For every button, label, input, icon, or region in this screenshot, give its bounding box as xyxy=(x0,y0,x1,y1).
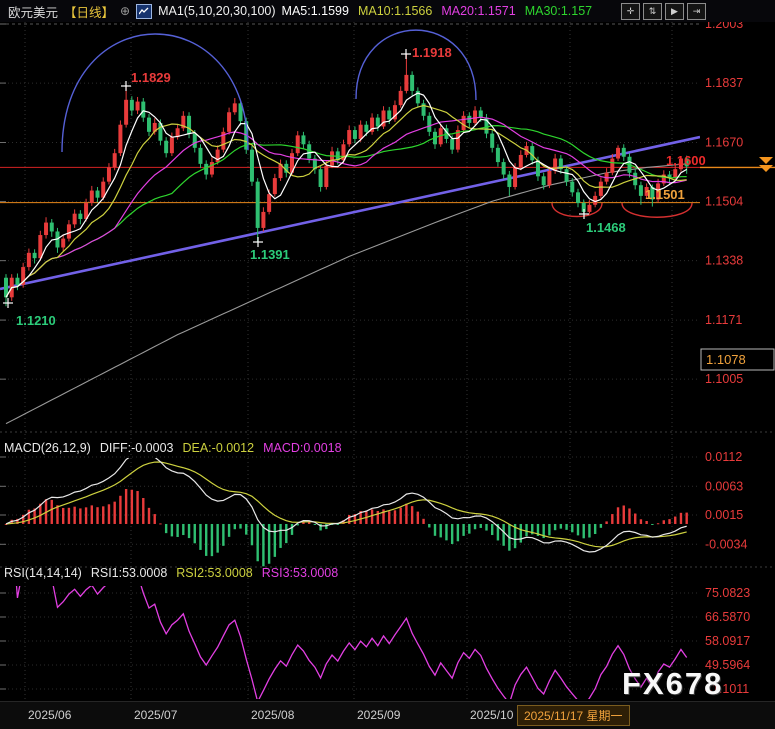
price-annotation: 1.1918 xyxy=(412,45,452,60)
axis-label: 1.1338 xyxy=(705,254,743,268)
price-chart-canvas[interactable]: 1.20031.18371.16701.15041.13381.11711.10… xyxy=(0,0,775,729)
axis-label: 0.0063 xyxy=(705,479,743,493)
crosshair-price-label: 1.1078 xyxy=(706,352,746,367)
indicator-value: MA20:1.1571 xyxy=(441,4,515,18)
rsi-values: RSI1:53.0008 RSI2:53.0008 RSI3:53.0008 xyxy=(91,566,347,580)
chart-type-icon[interactable] xyxy=(136,4,152,19)
symbol-name: 欧元美元 xyxy=(8,2,58,21)
axis-label: 75.0823 xyxy=(705,586,750,600)
macd-values: DIFF:-0.0003 DEA:-0.0012 MACD:0.0018 xyxy=(100,441,351,455)
exit-icon[interactable]: ⇥ xyxy=(687,3,706,20)
chart-header: 欧元美元 【日线】 ⊕ MA1(5,10,20,30,100) MA5:1.15… xyxy=(0,0,775,22)
top-arc xyxy=(356,30,476,100)
price-annotation: 1.1468 xyxy=(586,220,626,235)
indicator-value: DEA:-0.0012 xyxy=(182,441,254,455)
price-annotation: 1.1210 xyxy=(16,313,56,328)
ma-settings-label: MA1(5,10,20,30,100) xyxy=(158,4,275,18)
fx678-chart-app: 1.20031.18371.16701.15041.13381.11711.10… xyxy=(0,0,775,729)
indicator-value: MA10:1.1566 xyxy=(358,4,432,18)
time-axis-label: 2025/06 xyxy=(28,708,71,722)
pan-icon[interactable]: ✛ xyxy=(621,3,640,20)
axis-label: 66.5870 xyxy=(705,610,750,624)
period-label[interactable]: 【日线】 xyxy=(64,2,114,21)
play-axis-icon[interactable]: ▶ xyxy=(665,3,684,20)
indicator-value: MACD:0.0018 xyxy=(263,441,342,455)
indicator-value: RSI3:53.0008 xyxy=(262,566,338,580)
crosshair-date-label: 2025/11/17 星期一 xyxy=(517,705,630,726)
axis-label: -0.0034 xyxy=(705,537,747,551)
bottom-arc xyxy=(552,203,602,217)
time-axis-label: 2025/09 xyxy=(357,708,400,722)
add-indicator-icon[interactable]: ⊕ xyxy=(120,4,130,18)
rsi-title: RSI(14,14,14) xyxy=(4,566,82,580)
rsi-line xyxy=(12,523,687,706)
indicator-value: DIFF:-0.0003 xyxy=(100,441,174,455)
time-axis-label: 2025/10 xyxy=(470,708,513,722)
time-axis-label: 2025/07 xyxy=(134,708,177,722)
price-annotation: 1.1391 xyxy=(250,247,290,262)
macd-header: MACD(26,12,9) DIFF:-0.0003 DEA:-0.0012 MAC… xyxy=(4,441,351,455)
price-annotation: 1.1600 xyxy=(666,153,706,168)
time-axis-label: 2025/08 xyxy=(251,708,294,722)
macd-panel xyxy=(5,452,688,566)
indicator-value: RSI1:53.0008 xyxy=(91,566,167,580)
indicator-value: MA5:1.1599 xyxy=(282,4,349,18)
axis-label: 1.1670 xyxy=(705,136,743,150)
axis-label: 1.1504 xyxy=(705,195,743,209)
bottom-arc xyxy=(622,203,692,217)
rsi-header: RSI(14,14,14) RSI1:53.0008RSI2:53.0008RS… xyxy=(4,566,347,580)
price-annotation: 1.1829 xyxy=(131,70,171,85)
rsi-panel xyxy=(12,523,687,706)
macd-title: MACD(26,12,9) xyxy=(4,441,91,455)
price-annotation: 1.1501 xyxy=(645,187,685,202)
indicator-value: MA30:1.157 xyxy=(525,4,592,18)
zoom-axis-icon[interactable]: ⇅ xyxy=(643,3,662,20)
axis-label: 0.0112 xyxy=(705,450,742,464)
axis-label: 58.0917 xyxy=(705,634,750,648)
axis-label: 1.1005 xyxy=(705,372,743,386)
time-axis[interactable]: 2025/11/17 星期一 2025/06 2025/07 2025/08 2025… xyxy=(0,701,775,729)
axis-label: 1.1837 xyxy=(705,76,743,90)
axis-label: 1.1171 xyxy=(705,313,742,327)
indicator-value: RSI2:53.0008 xyxy=(176,566,252,580)
chart-toolbar: ✛⇅▶⇥ xyxy=(618,3,706,20)
watermark: FX678 xyxy=(622,666,723,702)
ma-values: MA5:1.1599 MA10:1.1566 MA20:1.1571 MA30:1.1… xyxy=(282,4,602,18)
axis-label: 0.0015 xyxy=(705,508,743,522)
candlestick-layer xyxy=(4,54,689,306)
